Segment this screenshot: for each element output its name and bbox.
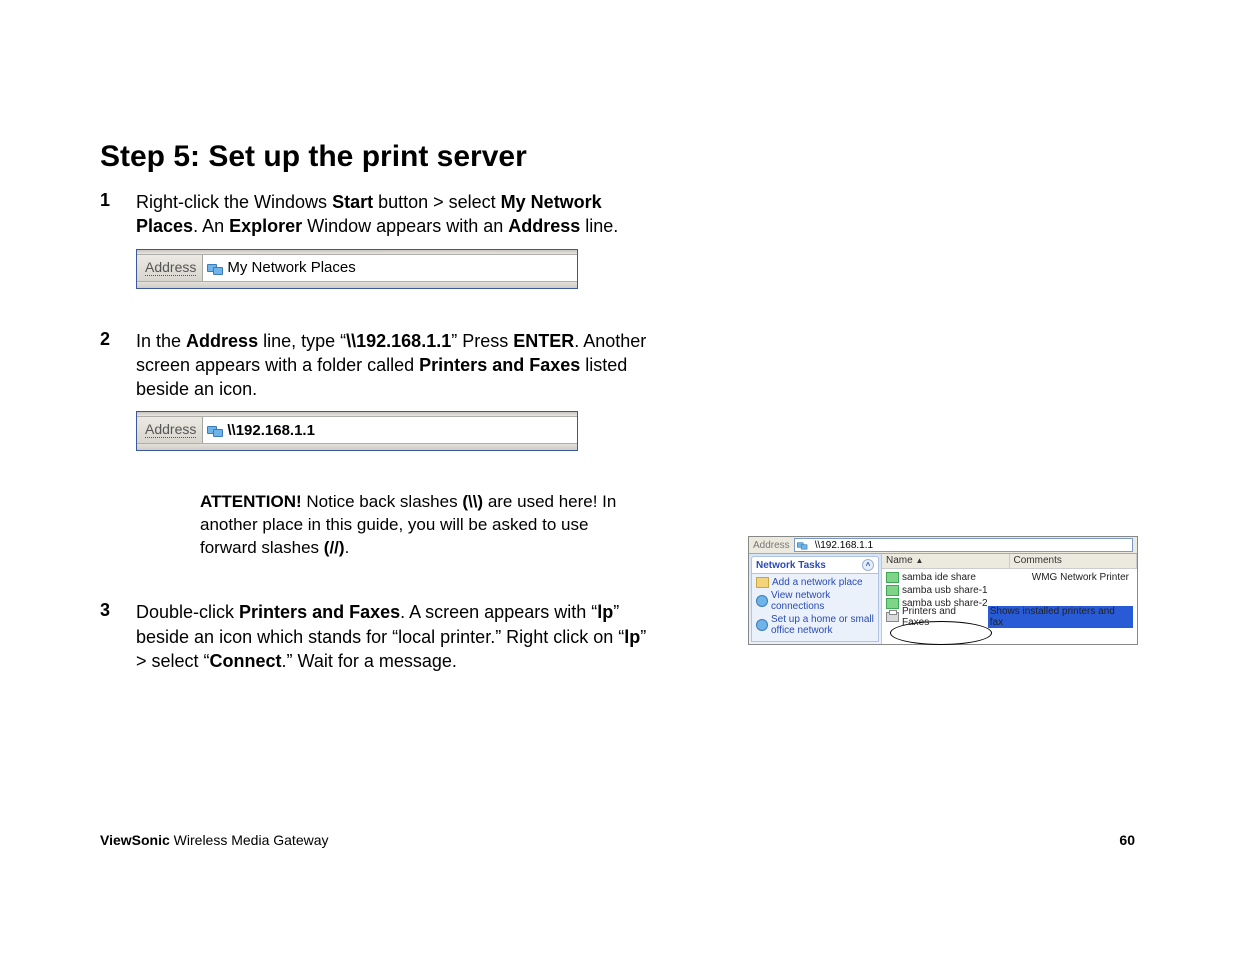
file-list: Name ▲ Comments samba ide shareWMG Netwo…: [882, 554, 1137, 644]
globe-icon: [756, 595, 768, 607]
sidebar-header[interactable]: Network Tasks ^: [751, 556, 879, 574]
page-number: 60: [1119, 832, 1135, 848]
printer-icon: [886, 612, 899, 622]
address-value: \\192.168.1.1: [815, 540, 873, 551]
network-icon: [207, 423, 223, 437]
column-comments[interactable]: Comments: [1010, 554, 1138, 568]
address-input[interactable]: My Network Places: [203, 255, 577, 281]
page-title: Step 5: Set up the print server: [100, 140, 1135, 174]
address-value: My Network Places: [227, 259, 355, 276]
explorer-window: Address \\192.168.1.1 Network Tasks ^ Ad…: [748, 536, 1138, 645]
list-item-printers[interactable]: Printers and FaxesShows installed printe…: [882, 610, 1137, 623]
share-icon: [886, 598, 899, 609]
address-bar-1: Address My Network Places: [136, 249, 1135, 289]
address-label: Address: [753, 540, 790, 551]
share-icon: [886, 585, 899, 596]
step-text: Right-click the Windows Start button > s…: [136, 190, 660, 239]
footer-left: ViewSonic Wireless Media Gateway: [100, 832, 329, 848]
page-footer: ViewSonic Wireless Media Gateway 60: [100, 832, 1135, 848]
share-icon: [886, 572, 899, 583]
step-number: 1: [100, 190, 136, 239]
sidebar-item-add-place[interactable]: Add a network place: [756, 576, 874, 589]
step-number: 3: [100, 600, 136, 673]
globe-icon: [756, 619, 768, 631]
list-item[interactable]: samba usb share-1: [882, 584, 1137, 597]
address-input[interactable]: \\192.168.1.1: [203, 417, 577, 443]
address-label: Address: [137, 255, 203, 281]
address-bar-2: Address \\192.168.1.1: [136, 411, 1135, 451]
address-label: Address: [137, 417, 203, 443]
address-input[interactable]: \\192.168.1.1: [794, 538, 1133, 552]
network-icon: [797, 540, 807, 549]
sidebar-item-setup-network[interactable]: Set up a home or small office network: [756, 613, 874, 637]
attention-note: ATTENTION! Notice back slashes (\\) are …: [200, 491, 630, 560]
step-2: 2 In the Address line, type “\\192.168.1…: [100, 329, 660, 402]
step-number: 2: [100, 329, 136, 402]
step-1: 1 Right-click the Windows Start button >…: [100, 190, 660, 239]
address-value: \\192.168.1.1: [227, 422, 315, 439]
step-3: 3 Double-click Printers and Faxes. A scr…: [100, 600, 660, 673]
step-text: In the Address line, type “\\192.168.1.1…: [136, 329, 660, 402]
collapse-icon[interactable]: ^: [862, 559, 874, 571]
folder-icon: [756, 577, 769, 588]
step-text: Double-click Printers and Faxes. A scree…: [136, 600, 660, 673]
network-icon: [207, 261, 223, 275]
sidebar-item-view-connections[interactable]: View network connections: [756, 589, 874, 613]
list-item[interactable]: samba ide shareWMG Network Printer: [882, 571, 1137, 584]
sidebar: Network Tasks ^ Add a network place View…: [749, 554, 882, 644]
column-name[interactable]: Name ▲: [882, 554, 1010, 568]
highlighted-comment: Shows installed printers and fax: [988, 606, 1133, 628]
